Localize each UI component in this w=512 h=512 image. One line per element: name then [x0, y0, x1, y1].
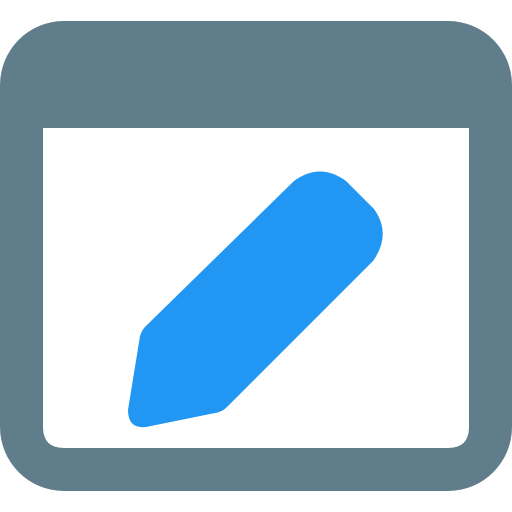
app-icon — [0, 0, 512, 512]
edit-window-icon — [0, 21, 512, 491]
